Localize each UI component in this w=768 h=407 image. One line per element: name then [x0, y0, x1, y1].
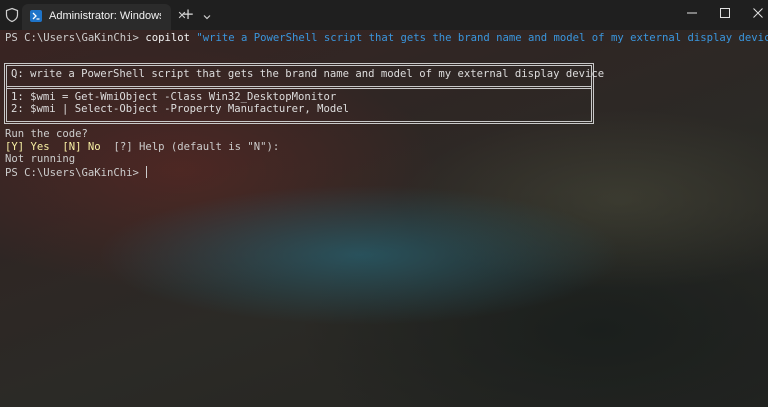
chevron-down-icon[interactable] — [201, 8, 213, 20]
command-argument: "write a PowerShell script that gets the… — [196, 32, 768, 44]
prompt: PS C:\Users\GaKinChi> — [5, 166, 146, 179]
box-divider — [7, 86, 591, 89]
tab-powershell[interactable]: Administrator: Windows PowerShell ✕ — [22, 4, 187, 30]
question-text: Q: write a PowerShell script that gets t… — [11, 68, 605, 80]
option-no[interactable]: [N] No — [62, 141, 100, 153]
code-line: 1: $wmi = Get-WmiObject -Class Win32_Des… — [11, 91, 337, 103]
option-rest: [?] Help (default is "N"): — [100, 140, 280, 153]
tab-title: Administrator: Windows PowerShell — [49, 10, 161, 22]
prompt-line[interactable]: PS C:\Users\GaKinChi> — [5, 165, 148, 180]
text-cursor — [146, 165, 148, 178]
code-line: 2: $wmi | Select-Object -Property Manufa… — [11, 103, 350, 115]
title-bar: Administrator: Windows PowerShell ✕ + — [0, 0, 768, 30]
terminal-output-lower[interactable]: Run the code? [Y] Yes [N] No [?] Help (d… — [5, 128, 765, 203]
powershell-icon — [30, 10, 42, 22]
plus-icon[interactable]: + — [181, 6, 195, 22]
shield-icon — [4, 7, 20, 23]
run-prompt: Run the code? — [5, 128, 88, 140]
command-line: PS C:\Users\GaKinChi> copilot "write a P… — [5, 32, 768, 45]
result-text: Not running — [5, 153, 76, 165]
run-options: [Y] Yes [N] No [?] Help (default is "N")… — [5, 141, 279, 154]
option-yes[interactable]: [Y] Yes — [5, 141, 50, 153]
prompt: PS C:\Users\GaKinChi> — [5, 32, 146, 44]
maximize-icon[interactable] — [708, 0, 742, 26]
terminal-window: Administrator: Windows PowerShell ✕ + PS… — [0, 0, 768, 407]
command-name: copilot — [145, 32, 190, 44]
copilot-answer-box: Q: write a PowerShell script that gets t… — [4, 63, 604, 124]
minimize-icon[interactable] — [675, 0, 709, 26]
window-close-icon[interactable] — [741, 0, 768, 26]
terminal-output[interactable]: PS C:\Users\GaKinChi> copilot "write a P… — [5, 30, 768, 68]
